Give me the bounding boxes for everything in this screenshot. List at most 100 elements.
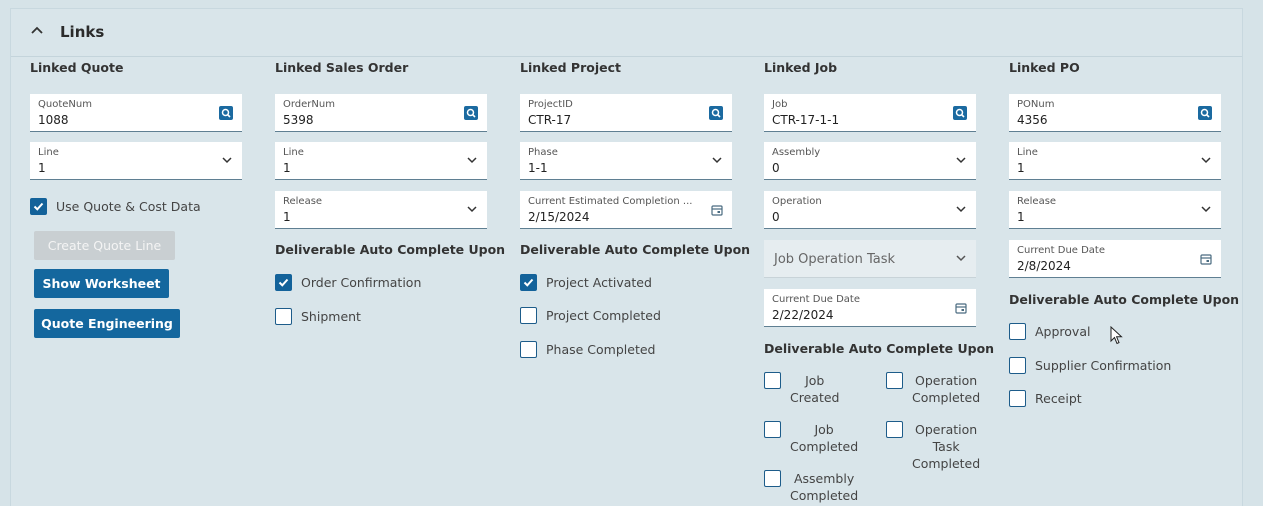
receipt-checkbox-row[interactable]: Receipt	[1009, 390, 1082, 407]
ponum-field[interactable]: PONum 4356	[1009, 94, 1221, 132]
deliverable-label: Deliverable Auto Complete Upon	[520, 242, 751, 257]
project-activated-checkbox[interactable]	[520, 274, 537, 291]
chevron-down-icon[interactable]	[956, 157, 966, 164]
assembly-completed-label: Assembly Completed	[790, 471, 859, 503]
order-line-field[interactable]: Line 1	[275, 142, 487, 180]
linked-po-column: Linked PO PONum 4356 Line 1 Release 1 Cu…	[1009, 60, 1239, 407]
po-line-value: 1	[1017, 161, 1025, 175]
projectid-label: ProjectID	[528, 99, 573, 110]
chevron-up-icon[interactable]	[31, 25, 43, 35]
create-quote-line-button[interactable]: Create Quote Line	[34, 231, 175, 260]
estimated-completion-value: 2/15/2024	[528, 210, 590, 224]
order-release-label: Release	[283, 196, 323, 207]
job-due-date-field[interactable]: Current Due Date 2/22/2024	[764, 289, 976, 327]
order-confirmation-checkbox[interactable]	[275, 274, 292, 291]
job-created-checkbox-row[interactable]: Job Created	[764, 372, 839, 406]
project-completed-checkbox-row[interactable]: Project Completed	[520, 307, 661, 324]
projectid-value: CTR-17	[528, 113, 572, 127]
po-due-date-label: Current Due Date	[1017, 245, 1106, 256]
job-operation-task-field[interactable]: Job Operation Task	[764, 240, 976, 278]
po-line-field[interactable]: Line 1	[1009, 142, 1221, 180]
job-completed-checkbox-row[interactable]: Job Completed	[764, 421, 858, 455]
phase-completed-checkbox[interactable]	[520, 341, 537, 358]
calendar-icon[interactable]	[955, 302, 967, 314]
chevron-down-icon[interactable]	[222, 157, 232, 164]
operation-completed-checkbox-row[interactable]: Operation Completed	[886, 372, 980, 406]
order-confirmation-label: Order Confirmation	[301, 275, 422, 290]
chevron-down-icon[interactable]	[467, 157, 477, 164]
phase-completed-checkbox-row[interactable]: Phase Completed	[520, 341, 655, 358]
supplier-confirmation-label: Supplier Confirmation	[1035, 358, 1172, 373]
panel-title: Links	[60, 23, 105, 41]
search-icon[interactable]	[219, 106, 233, 120]
receipt-label: Receipt	[1035, 391, 1082, 406]
projectid-field[interactable]: ProjectID CTR-17	[520, 94, 732, 132]
supplier-confirmation-checkbox-row[interactable]: Supplier Confirmation	[1009, 357, 1171, 374]
operation-value: 0	[772, 210, 780, 224]
use-quote-cost-checkbox-row[interactable]: Use Quote & Cost Data	[30, 198, 201, 215]
calendar-icon[interactable]	[1200, 253, 1212, 265]
chevron-down-icon[interactable]	[1201, 157, 1211, 164]
job-created-checkbox[interactable]	[764, 372, 781, 389]
search-icon[interactable]	[1198, 106, 1212, 120]
supplier-confirmation-checkbox[interactable]	[1009, 357, 1026, 374]
operation-task-completed-checkbox-row[interactable]: Operation Task Completed	[886, 421, 980, 472]
chevron-down-icon[interactable]	[956, 206, 966, 213]
job-field[interactable]: Job CTR-17-1-1	[764, 94, 976, 132]
chevron-down-icon[interactable]	[1201, 206, 1211, 213]
assembly-completed-checkbox-row[interactable]: Assembly Completed	[764, 470, 858, 504]
mouse-cursor-icon	[1110, 326, 1123, 345]
po-release-field[interactable]: Release 1	[1009, 191, 1221, 229]
po-release-value: 1	[1017, 210, 1025, 224]
job-due-date-value: 2/22/2024	[772, 308, 834, 322]
shipment-label: Shipment	[301, 309, 361, 324]
linked-project-title: Linked Project	[520, 60, 621, 75]
project-completed-checkbox[interactable]	[520, 307, 537, 324]
phase-field[interactable]: Phase 1-1	[520, 142, 732, 180]
ponum-label: PONum	[1017, 99, 1055, 110]
deliverable-label: Deliverable Auto Complete Upon	[1009, 292, 1240, 307]
order-release-field[interactable]: Release 1	[275, 191, 487, 229]
use-quote-cost-checkbox[interactable]	[30, 198, 47, 215]
quote-engineering-button[interactable]: Quote Engineering	[34, 309, 180, 338]
project-completed-label: Project Completed	[546, 308, 661, 323]
chevron-down-icon[interactable]	[712, 157, 722, 164]
order-confirmation-checkbox-row[interactable]: Order Confirmation	[275, 274, 421, 291]
links-panel-header[interactable]: Links	[11, 9, 1242, 57]
linked-sales-order-column: Linked Sales Order OrderNum 5398 Line 1 …	[275, 60, 505, 325]
chevron-down-icon[interactable]	[467, 206, 477, 213]
shipment-checkbox-row[interactable]: Shipment	[275, 308, 361, 325]
approval-checkbox-row[interactable]: Approval	[1009, 323, 1090, 340]
estimated-completion-field[interactable]: Current Estimated Completion ... 2/15/20…	[520, 191, 732, 229]
show-worksheet-button[interactable]: Show Worksheet	[34, 269, 169, 298]
operation-field[interactable]: Operation 0	[764, 191, 976, 229]
shipment-checkbox[interactable]	[275, 308, 292, 325]
order-line-value: 1	[283, 161, 291, 175]
search-icon[interactable]	[464, 106, 478, 120]
quote-line-label: Line	[38, 147, 59, 158]
job-completed-checkbox[interactable]	[764, 421, 781, 438]
linked-sales-order-title: Linked Sales Order	[275, 60, 409, 75]
po-due-date-field[interactable]: Current Due Date 2/8/2024	[1009, 240, 1221, 278]
job-due-date-label: Current Due Date	[772, 294, 861, 305]
search-icon[interactable]	[953, 106, 967, 120]
project-activated-checkbox-row[interactable]: Project Activated	[520, 274, 652, 291]
assembly-completed-checkbox[interactable]	[764, 470, 781, 487]
ordernum-field[interactable]: OrderNum 5398	[275, 94, 487, 132]
job-label: Job	[772, 99, 788, 110]
chevron-down-icon[interactable]	[956, 255, 966, 262]
use-quote-cost-label: Use Quote & Cost Data	[56, 199, 201, 214]
assembly-field[interactable]: Assembly 0	[764, 142, 976, 180]
assembly-value: 0	[772, 161, 780, 175]
receipt-checkbox[interactable]	[1009, 390, 1026, 407]
phase-label: Phase	[528, 147, 558, 158]
linked-project-column: Linked Project ProjectID CTR-17 Phase 1-…	[520, 60, 750, 358]
calendar-icon[interactable]	[711, 204, 723, 216]
order-release-value: 1	[283, 210, 291, 224]
search-icon[interactable]	[709, 106, 723, 120]
quotenum-field[interactable]: QuoteNum 1088	[30, 94, 242, 132]
operation-completed-checkbox[interactable]	[886, 372, 903, 389]
operation-task-completed-checkbox[interactable]	[886, 421, 903, 438]
approval-checkbox[interactable]	[1009, 323, 1026, 340]
quote-line-field[interactable]: Line 1	[30, 142, 242, 180]
